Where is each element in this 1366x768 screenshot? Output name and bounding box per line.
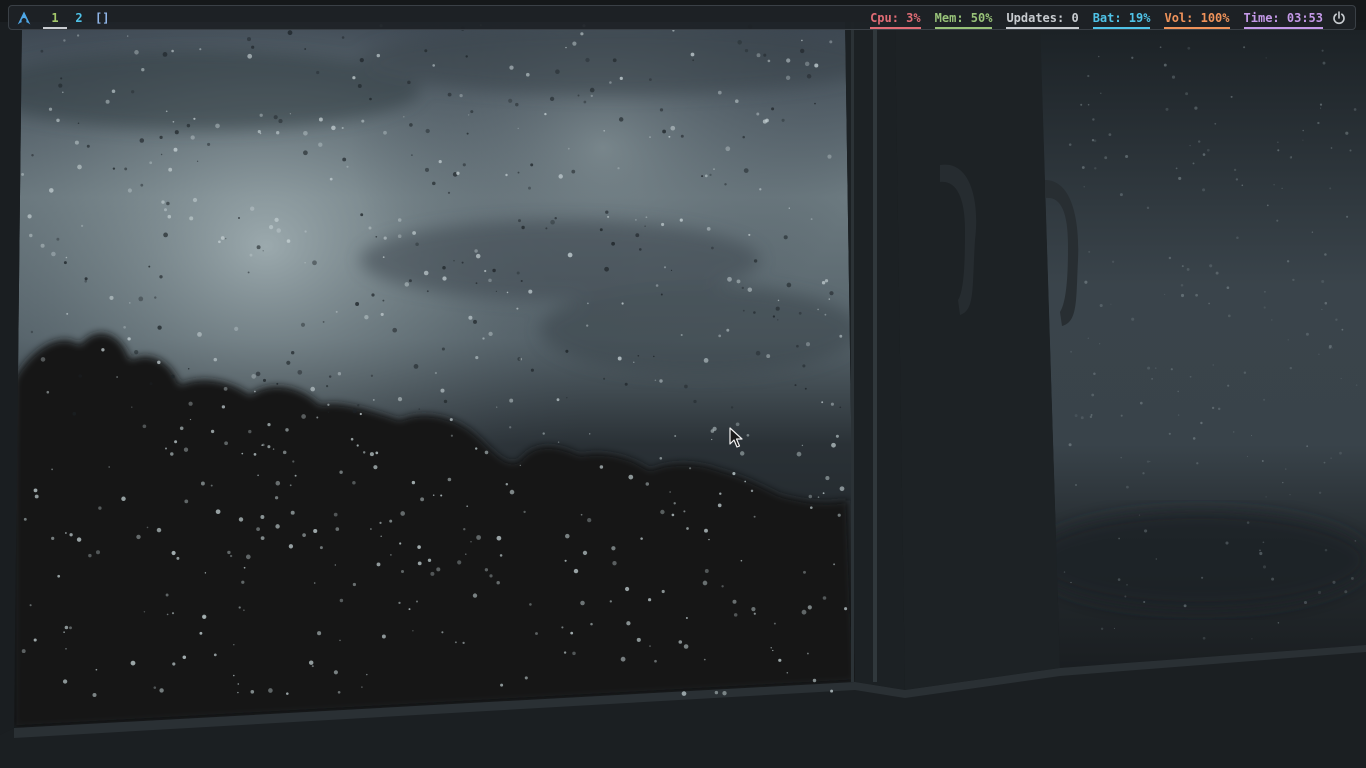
bar-left-section: 1 2 [] bbox=[9, 6, 113, 29]
power-icon[interactable] bbox=[1331, 10, 1347, 26]
workspace-2-label: 2 bbox=[75, 10, 83, 25]
workspace-2[interactable]: 2 bbox=[67, 6, 91, 29]
battery-text: Bat: 19% bbox=[1092, 10, 1151, 25]
cpu-module[interactable]: Cpu: 3% bbox=[870, 6, 921, 29]
layout-symbol: [] bbox=[95, 10, 110, 25]
volume-text: Vol: 100% bbox=[1164, 10, 1230, 25]
battery-module[interactable]: Bat: 19% bbox=[1092, 6, 1151, 29]
bar-right-section: Cpu: 3% Mem: 50% Updates: 0 Bat: 19% Vol… bbox=[856, 6, 1355, 29]
updates-text: Updates: 0 bbox=[1006, 10, 1079, 25]
layout-indicator[interactable]: [] bbox=[91, 6, 113, 29]
desktop-wallpaper bbox=[0, 0, 1366, 768]
workspace-1[interactable]: 1 bbox=[43, 6, 67, 29]
workspace-1-label: 1 bbox=[51, 10, 59, 25]
memory-module[interactable]: Mem: 50% bbox=[934, 6, 993, 29]
clock-module[interactable]: Time: 03:53 bbox=[1243, 6, 1324, 29]
clock-text: Time: 03:53 bbox=[1243, 10, 1323, 25]
mouse-pointer-icon bbox=[729, 427, 743, 449]
status-bar: 1 2 [] Cpu: 3% Mem: 50% Updates: 0 Bat: … bbox=[8, 5, 1356, 30]
cpu-text: Cpu: 3% bbox=[870, 10, 921, 25]
memory-text: Mem: 50% bbox=[934, 10, 993, 25]
updates-module[interactable]: Updates: 0 bbox=[1006, 6, 1079, 29]
volume-module[interactable]: Vol: 100% bbox=[1164, 6, 1230, 29]
arch-linux-icon[interactable] bbox=[17, 11, 31, 25]
